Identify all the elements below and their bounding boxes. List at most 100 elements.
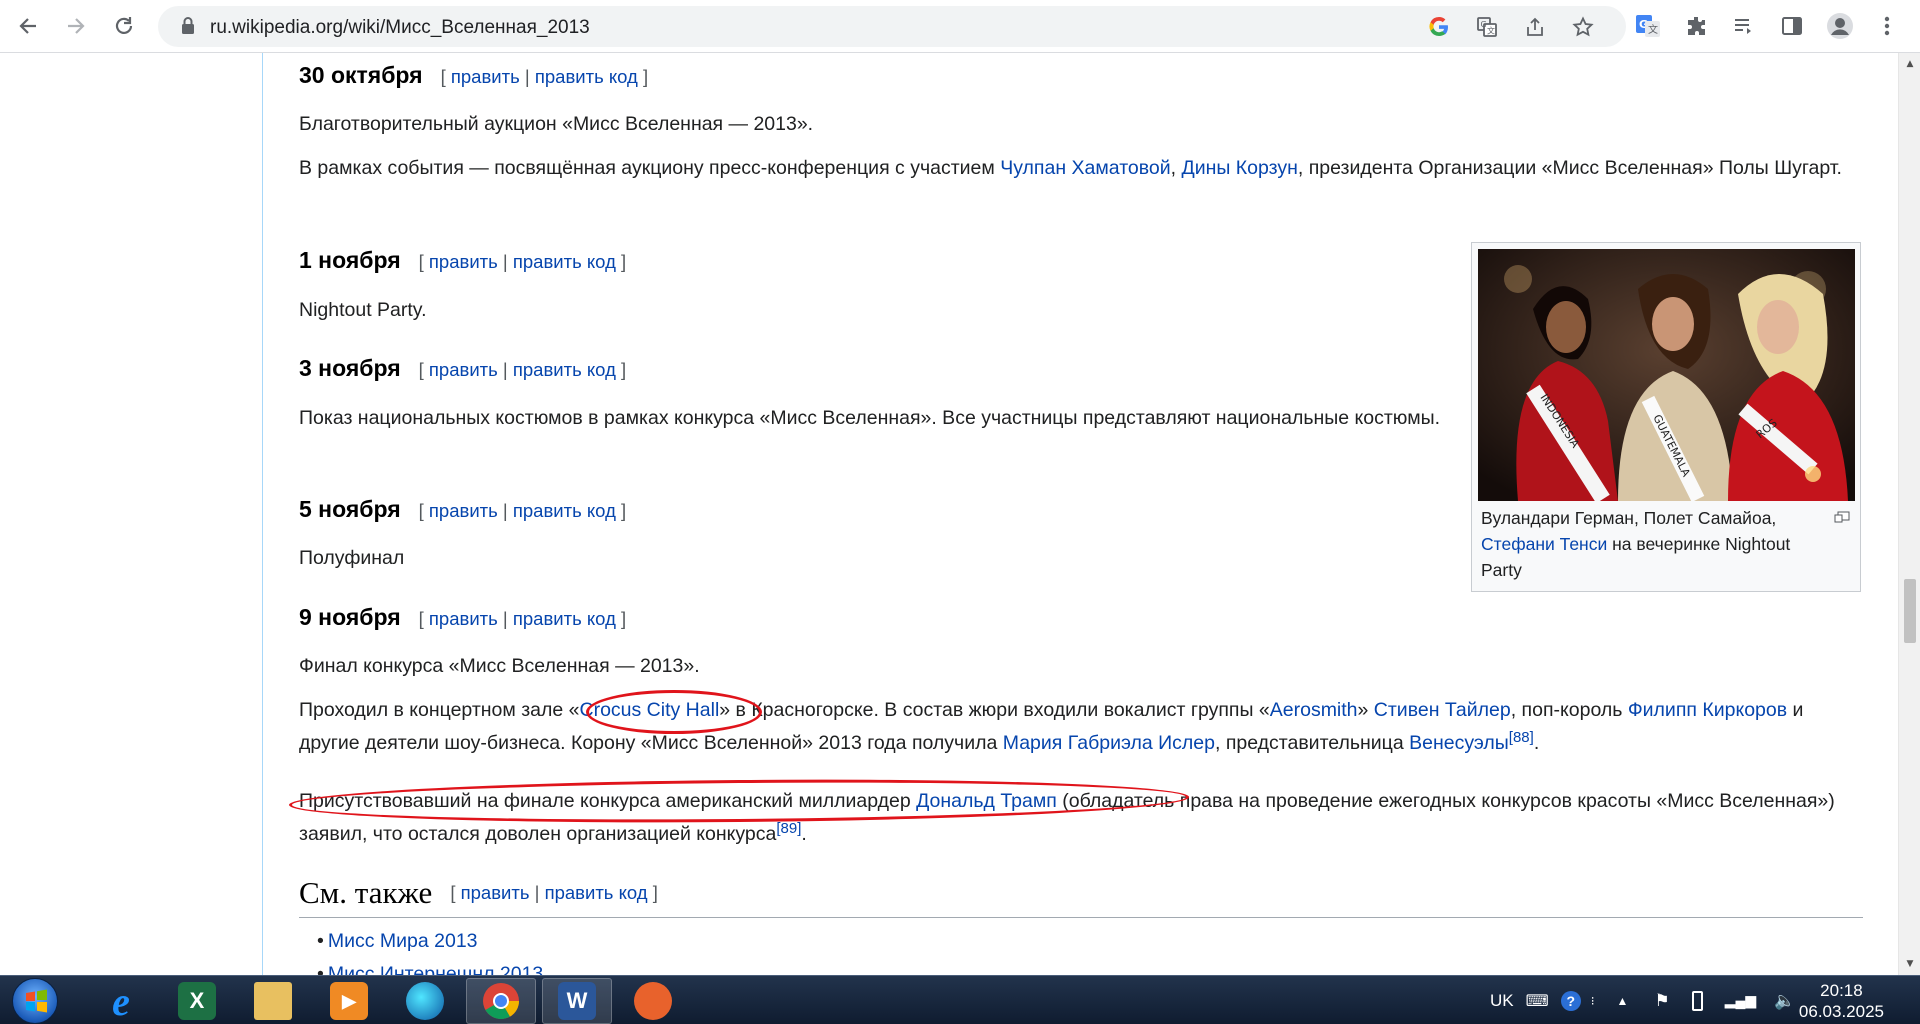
edit-link[interactable]: править (429, 251, 498, 272)
link-khamatova[interactable]: Чулпан Хаматовой (1000, 157, 1170, 179)
chrome-icon[interactable] (466, 978, 536, 1024)
svg-text:G: G (1481, 20, 1487, 29)
edit-link[interactable]: править (429, 608, 498, 629)
clock-date: 06.03.2025 (1798, 1002, 1884, 1021)
magnify-icon[interactable] (1834, 511, 1850, 523)
edit-section-links: [ править | править код ] (418, 251, 627, 272)
link-maria-gabriela-isler[interactable]: Мария Габриэла Ислер (1003, 732, 1215, 754)
show-hidden-icons-icon[interactable]: ▲ (1617, 994, 1629, 1008)
app-orange-icon[interactable] (618, 978, 688, 1024)
reference-link[interactable]: [88] (1509, 729, 1534, 746)
paragraph: Показ национальных костюмов в рамках кон… (299, 407, 1441, 429)
edit-section-links: [ править | править код ] (418, 500, 627, 521)
page-viewport: 30 октября [ править | править код ] Благ… (0, 53, 1920, 975)
internet-explorer-icon[interactable]: e (86, 978, 156, 1024)
menu-icon[interactable] (1870, 9, 1904, 43)
windows-start-icon[interactable] (12, 978, 58, 1024)
link-aerosmith[interactable]: Aerosmith (1270, 699, 1358, 721)
edge-icon[interactable] (390, 978, 460, 1024)
link-miss-international-2013[interactable]: Мисс Интернешнл 2013 (328, 963, 543, 975)
paragraph: Полуфинал (299, 547, 405, 569)
edit-section-links: [ править | править код ] (450, 882, 658, 903)
edit-code-link[interactable]: править код (545, 882, 648, 903)
edit-code-link[interactable]: править код (513, 608, 616, 629)
profile-icon[interactable] (1823, 9, 1857, 43)
keyboard-icon[interactable]: ⌨ (1526, 991, 1549, 1011)
paragraph: Благотворительный аукцион «Мисс Вселенна… (299, 113, 814, 135)
url-text[interactable]: ru.wikipedia.org/wiki/Мисс_Вселенная_201… (210, 17, 590, 39)
heading-text: 30 октября (299, 62, 423, 88)
excel-icon[interactable]: X (162, 978, 232, 1024)
bookmark-star-icon[interactable] (1568, 12, 1598, 42)
forward-icon[interactable] (58, 8, 94, 44)
system-tray: UK ⌨ ? ⁝ ▲ ⚑ ▂▄▆ 🔈 (1490, 976, 1795, 1024)
volume-icon[interactable]: 🔈 (1774, 991, 1795, 1011)
google-icon[interactable] (1424, 12, 1454, 42)
language-indicator[interactable]: UK (1490, 991, 1514, 1011)
paragraph: Проходил в концертном зале «Crocus City … (299, 699, 1804, 754)
edit-code-link[interactable]: править код (535, 66, 638, 87)
link-korzun[interactable]: Дины Корзун (1181, 157, 1297, 179)
file-explorer-icon[interactable] (238, 978, 308, 1024)
link-steven-tyler[interactable]: Стивен Тайлер (1374, 699, 1511, 721)
tray-extra-icon[interactable]: ⁝ (1591, 994, 1595, 1008)
edit-section-links: [ править | править код ] (440, 66, 649, 87)
paragraph: Финал конкурса «Мисс Вселенная — 2013». (299, 655, 700, 677)
section-heading-oct30: 30 октября [ править | править код ] (299, 62, 648, 89)
page-scrollbar[interactable]: ▲ ▼ (1898, 53, 1920, 975)
edit-section-links: [ править | править код ] (418, 608, 627, 629)
side-panel-icon[interactable] (1775, 9, 1809, 43)
link-venezuela[interactable]: Венесуэлы (1409, 732, 1509, 754)
extensions-icon[interactable] (1679, 9, 1713, 43)
battery-icon[interactable] (1691, 990, 1703, 1011)
section-heading-nov3: 3 ноября[ править | править код ] (299, 355, 627, 381)
link-miss-world-2013[interactable]: Мисс Мира 2013 (328, 930, 478, 952)
taskbar: e X ▶ W UK ⌨ ? ⁝ ▲ ⚑ ▂▄▆ 🔈 20:18 06.03.2… (0, 975, 1920, 1024)
paragraph: В рамках события — посвящённая аукциону … (299, 157, 1842, 179)
heading-divider (299, 917, 1863, 918)
paragraph: Nightout Party. (299, 299, 427, 321)
reference-link[interactable]: [89] (776, 820, 801, 837)
thumbnail: INDONESIA GUATEMALA ROS Вуландари Герман… (1471, 242, 1861, 592)
list-item: • Мисс Интернешнл 2013 (317, 958, 543, 975)
section-heading-nov9: 9 ноября[ править | править код ] (299, 604, 627, 630)
edit-code-link[interactable]: править код (513, 359, 616, 380)
edit-section-links: [ править | править код ] (418, 359, 627, 380)
translate-icon[interactable]: G文 (1472, 12, 1502, 42)
scroll-up-arrow-icon[interactable]: ▲ (1899, 55, 1920, 73)
lock-icon[interactable] (180, 16, 196, 36)
annotation-ellipse (586, 690, 762, 734)
scroll-thumb[interactable] (1904, 579, 1916, 643)
edit-code-link[interactable]: править код (513, 500, 616, 521)
edit-link[interactable]: править (461, 882, 530, 903)
network-icon[interactable]: ▂▄▆ (1725, 992, 1756, 1009)
reload-icon[interactable] (106, 8, 142, 44)
link-kirkorov[interactable]: Филипп Киркоров (1628, 699, 1787, 721)
section-heading-nov1: 1 ноября[ править | править код ] (299, 247, 627, 273)
scroll-down-arrow-icon[interactable]: ▼ (1899, 955, 1920, 973)
back-icon[interactable] (10, 8, 46, 44)
media-player-icon[interactable]: ▶ (314, 978, 384, 1024)
section-heading-nov5: 5 ноября[ править | править код ] (299, 496, 627, 522)
svg-text:文: 文 (1487, 26, 1495, 36)
thumbnail-image[interactable]: INDONESIA GUATEMALA ROS (1478, 249, 1855, 501)
edit-link[interactable]: править (429, 500, 498, 521)
google-translate-extension-icon[interactable]: G文 (1631, 9, 1665, 43)
link-stephanie-tency[interactable]: Стефани Тенси (1481, 534, 1607, 554)
address-bar[interactable]: ru.wikipedia.org/wiki/Мисс_Вселенная_201… (158, 6, 1626, 47)
clock[interactable]: 20:18 06.03.2025 (1799, 980, 1884, 1022)
share-icon[interactable] (1520, 12, 1550, 42)
edit-link[interactable]: править (429, 359, 498, 380)
browser-toolbar: ru.wikipedia.org/wiki/Мисс_Вселенная_201… (0, 0, 1920, 53)
action-center-flag-icon[interactable]: ⚑ (1654, 991, 1669, 1011)
list-item: • Мисс Мира 2013 (317, 930, 478, 952)
help-icon[interactable]: ? (1560, 990, 1581, 1011)
edit-code-link[interactable]: править код (513, 251, 616, 272)
section-heading-see-also: См. также[ править | править код ] (299, 875, 658, 910)
clock-time: 20:18 (1820, 981, 1863, 1000)
reading-list-icon[interactable] (1727, 9, 1761, 43)
svg-text:文: 文 (1648, 23, 1658, 36)
edit-link[interactable]: править (451, 66, 520, 87)
word-icon[interactable]: W (542, 978, 612, 1024)
thumbnail-caption: Вуландари Герман, Полет Самайоа, Стефани… (1481, 508, 1791, 580)
